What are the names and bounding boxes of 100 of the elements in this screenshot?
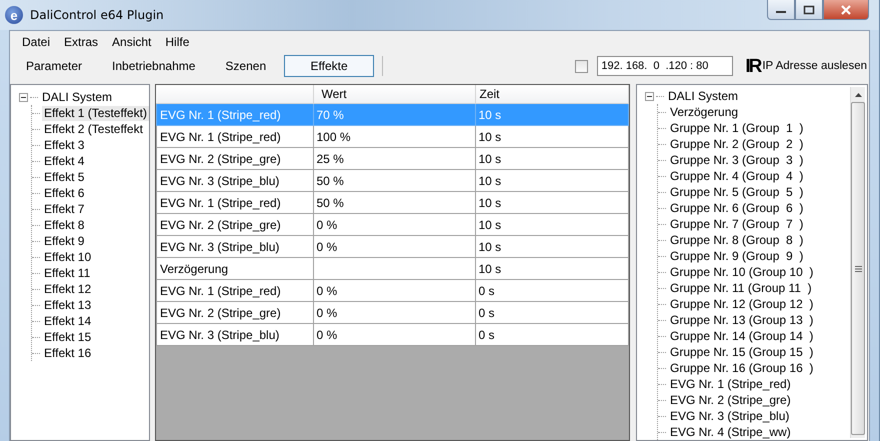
table-row[interactable]: EVG Nr. 2 (Stripe_gre) 0 % 0 s xyxy=(156,302,628,324)
tree-item[interactable]: Gruppe Nr. 5 (Group 5 ) xyxy=(668,184,806,200)
tree-item[interactable]: Gruppe Nr. 3 (Group 3 ) xyxy=(668,152,806,168)
table-cell: Verzögerung xyxy=(156,258,313,280)
maximize-button[interactable] xyxy=(795,0,823,20)
table-cell: EVG Nr. 1 (Stripe_red) xyxy=(156,280,313,302)
tree-item[interactable]: Gruppe Nr. 10 (Group 10 ) xyxy=(668,264,816,280)
tree-item[interactable]: Gruppe Nr. 4 (Group 4 ) xyxy=(668,168,806,184)
tree-item[interactable]: Gruppe Nr. 9 (Group 9 ) xyxy=(668,248,806,264)
column-header[interactable]: Zeit xyxy=(475,85,628,104)
collapse-icon[interactable] xyxy=(19,92,28,102)
table-row[interactable]: EVG Nr. 3 (Stripe_blu) 0 % 10 s xyxy=(156,236,628,258)
menu-item[interactable]: Extras xyxy=(57,34,106,48)
table-cell: 10 s xyxy=(475,258,628,280)
tab[interactable]: Parameter xyxy=(14,55,94,77)
ip-address-field[interactable]: 192. 168. 0 .120 : 80 xyxy=(597,56,734,76)
tree-item[interactable]: Gruppe Nr. 2 (Group 2 ) xyxy=(668,136,806,152)
table-cell: 0 % xyxy=(313,236,475,258)
tree-item[interactable]: EVG Nr. 3 (Stripe_blu) xyxy=(668,408,792,424)
menu-item[interactable]: Hilfe xyxy=(158,34,196,48)
table-cell: 25 % xyxy=(313,148,475,170)
table-cell: 10 s xyxy=(475,214,628,236)
tree-item[interactable]: Effekt 13 xyxy=(42,298,94,312)
tab[interactable]: Inbetriebnahme xyxy=(100,55,208,77)
table-cell: EVG Nr. 2 (Stripe_gre) xyxy=(156,214,313,236)
table-cell: 10 s xyxy=(475,104,628,126)
tree-item[interactable]: Effekt 16 xyxy=(42,346,94,360)
app-logo: e xyxy=(5,6,23,24)
close-icon xyxy=(840,4,852,14)
table-cell: 50 % xyxy=(313,192,475,214)
tree-item[interactable]: Gruppe Nr. 11 (Group 11 ) xyxy=(668,280,814,296)
tree-item[interactable]: Effekt 12 xyxy=(42,282,94,296)
table-row[interactable]: EVG Nr. 1 (Stripe_red) 100 % 10 s xyxy=(156,126,628,148)
column-header[interactable]: Wert xyxy=(313,85,475,104)
table-cell: EVG Nr. 2 (Stripe_gre) xyxy=(156,148,313,170)
table-row[interactable]: EVG Nr. 2 (Stripe_gre) 0 % 10 s xyxy=(156,214,628,236)
tree-item[interactable]: Gruppe Nr. 1 (Group 1 ) xyxy=(668,120,806,136)
window-title: DaliControl e64 Plugin xyxy=(30,8,164,22)
tree-item[interactable]: Gruppe Nr. 7 (Group 7 ) xyxy=(668,216,806,232)
table-cell: 0 % xyxy=(313,280,475,302)
tree-item[interactable]: Gruppe Nr. 14 (Group 14 ) xyxy=(668,328,816,344)
tree-item[interactable]: EVG Nr. 1 (Stripe_red) xyxy=(668,376,793,392)
tree-item[interactable]: EVG Nr. 2 (Stripe_gre) xyxy=(668,392,793,408)
table-row[interactable]: EVG Nr. 1 (Stripe_red) 0 % 0 s xyxy=(156,280,628,302)
tree-item[interactable]: Gruppe Nr. 6 (Group 6 ) xyxy=(668,200,806,216)
maximize-icon xyxy=(803,4,815,14)
table-cell: 70 % xyxy=(313,104,475,126)
table-cell: 50 % xyxy=(313,170,475,192)
tree-item[interactable]: Effekt 8 xyxy=(42,218,86,232)
tree-item[interactable]: DALI System xyxy=(40,90,114,104)
table-cell: 0 s xyxy=(475,324,628,346)
minimize-button[interactable] xyxy=(767,0,795,20)
tree-item[interactable]: Effekt 6 xyxy=(42,186,86,200)
table-row[interactable]: Verzögerung 10 s xyxy=(156,258,628,280)
scroll-up-icon[interactable] xyxy=(854,93,862,97)
table-cell: EVG Nr. 3 (Stripe_blu) xyxy=(156,170,313,192)
tree-item[interactable]: Effekt 11 xyxy=(42,266,92,280)
tree-item[interactable]: Effekt 5 xyxy=(42,170,86,184)
table-cell: 10 s xyxy=(475,126,628,148)
tree-item[interactable]: Effekt 15 xyxy=(42,330,94,344)
tab[interactable]: Effekte xyxy=(284,55,374,77)
table-cell: 100 % xyxy=(313,126,475,148)
table-cell: 10 s xyxy=(475,148,628,170)
tree-item[interactable]: Effekt 1 (Testeffekt) xyxy=(42,106,149,120)
table-cell: 0 % xyxy=(313,214,475,236)
table-row[interactable]: EVG Nr. 2 (Stripe_gre) 25 % 10 s xyxy=(156,148,628,170)
close-button[interactable] xyxy=(823,0,869,20)
tree-item[interactable]: Gruppe Nr. 13 (Group 13 ) xyxy=(668,312,816,328)
tree-item[interactable]: Gruppe Nr. 16 (Group 16 ) xyxy=(668,360,816,376)
checkbox[interactable] xyxy=(575,60,588,72)
table-cell: EVG Nr. 3 (Stripe_blu) xyxy=(156,324,313,346)
table-cell: 0 s xyxy=(475,302,628,324)
tree-item[interactable]: Gruppe Nr. 12 (Group 12 ) xyxy=(668,296,816,312)
menu-item[interactable]: Datei xyxy=(15,34,58,48)
tree-item[interactable]: Effekt 2 (Testeffekt xyxy=(42,122,145,136)
table-cell: EVG Nr. 1 (Stripe_red) xyxy=(156,104,313,126)
table-row[interactable]: EVG Nr. 1 (Stripe_red) 50 % 10 s xyxy=(156,192,628,214)
table-cell: EVG Nr. 2 (Stripe_gre) xyxy=(156,302,313,324)
tab[interactable]: Szenen xyxy=(213,55,278,77)
table-cell: 0 % xyxy=(313,324,475,346)
table-cell: 10 s xyxy=(475,170,628,192)
tree-item[interactable]: Effekt 3 xyxy=(42,138,86,152)
table-cell: 10 s xyxy=(475,236,628,258)
tree-item[interactable]: DALI System xyxy=(666,88,740,104)
table-cell: 10 s xyxy=(475,192,628,214)
collapse-icon[interactable] xyxy=(645,92,654,100)
table-cell: 0 % xyxy=(313,302,475,324)
table-row[interactable]: EVG Nr. 3 (Stripe_blu) 50 % 10 s xyxy=(156,170,628,192)
tree-item[interactable]: Effekt 9 xyxy=(42,234,86,248)
tree-item[interactable]: Effekt 7 xyxy=(42,202,86,216)
table-cell: EVG Nr. 3 (Stripe_blu) xyxy=(156,236,313,258)
tree-item[interactable]: Effekt 14 xyxy=(42,314,94,328)
menu-item[interactable]: Ansicht xyxy=(105,34,158,48)
table-row[interactable]: EVG Nr. 3 (Stripe_blu) 0 % 0 s xyxy=(156,324,628,346)
tree-item[interactable]: Effekt 10 xyxy=(42,250,94,264)
tree-item[interactable]: Gruppe Nr. 15 (Group 15 ) xyxy=(668,344,816,360)
tree-item[interactable]: Effekt 4 xyxy=(42,154,86,168)
tree-item[interactable]: Verzögerung xyxy=(668,104,740,120)
tree-item[interactable]: EVG Nr. 4 (Stripe_ww) xyxy=(668,424,793,440)
tree-item[interactable]: Gruppe Nr. 8 (Group 8 ) xyxy=(668,232,806,248)
